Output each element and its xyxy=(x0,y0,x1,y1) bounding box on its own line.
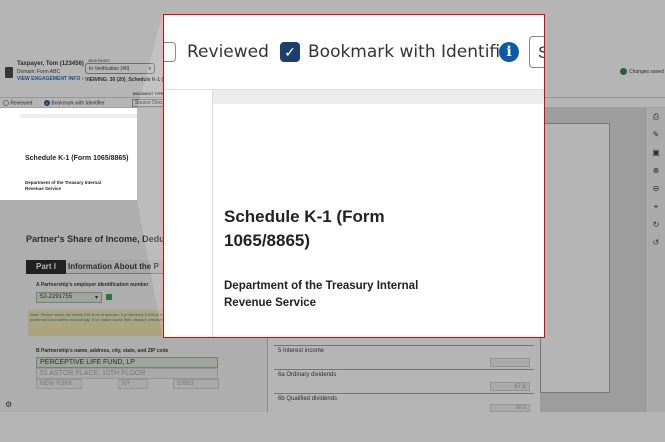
doc-agency-line1: Department of the Treasury Internal xyxy=(224,280,419,292)
source-doc-title: Schedule K-1 (Form 1065/8865) xyxy=(25,155,129,162)
source-agency: Department of the Treasury Internal Reve… xyxy=(25,180,102,191)
doc-agency: Department of the Treasury Internal Reven… xyxy=(224,278,418,312)
zoom-callout: Reviewed ✓ Bookmark with Identifier i S … xyxy=(163,14,545,338)
zoom-source-region: Schedule K-1 (Form 1065/8865) Department… xyxy=(0,108,137,200)
bookmark-label: Bookmark with Identifier xyxy=(308,42,518,62)
callout-toolbar: Reviewed ✓ Bookmark with Identifier i S xyxy=(164,15,544,90)
info-icon[interactable]: i xyxy=(499,42,519,62)
bookmark-checkbox[interactable]: ✓ xyxy=(280,42,300,62)
reviewed-label: Reviewed xyxy=(187,42,269,62)
doc-title: Schedule K-1 (Form 1065/8865) xyxy=(224,205,385,253)
document-type-select[interactable]: S xyxy=(529,36,544,68)
reviewed-checkbox[interactable] xyxy=(164,42,176,62)
doc-title-line2: 1065/8865) xyxy=(224,231,311,250)
doc-title-line1: Schedule K-1 (Form xyxy=(224,207,385,226)
page-strip xyxy=(212,90,544,104)
doc-agency-line2: Revenue Service xyxy=(224,297,317,309)
